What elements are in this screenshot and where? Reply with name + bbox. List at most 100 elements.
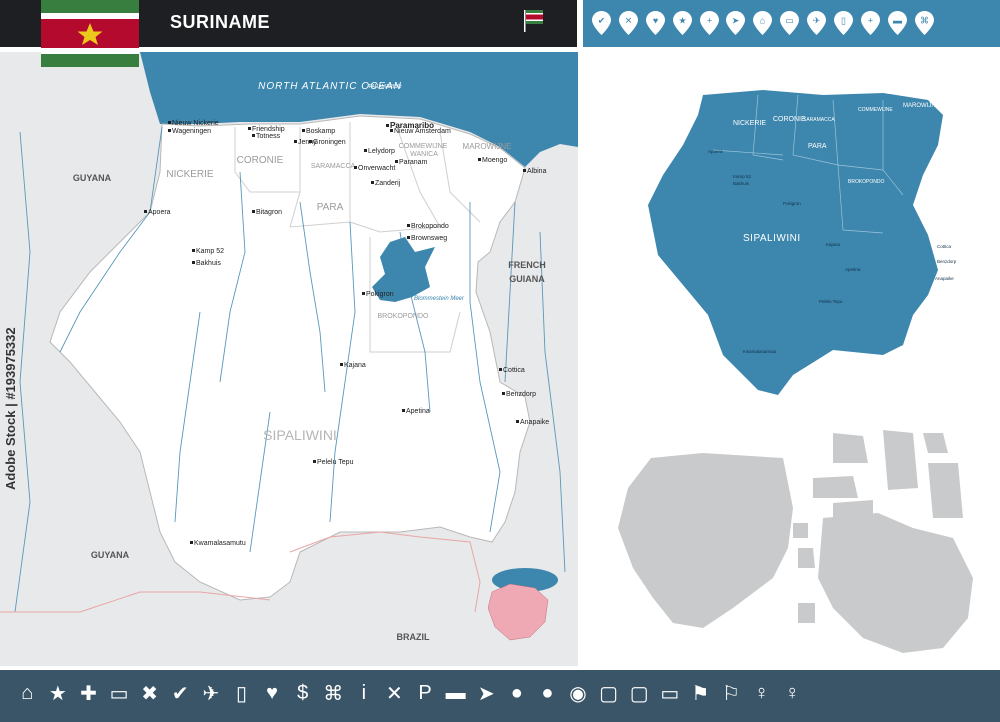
city-marker	[516, 420, 519, 423]
pin-icon[interactable]: ♀	[746, 679, 777, 707]
command-icon[interactable]: ⌘	[914, 11, 934, 35]
flag-icon[interactable]: ⚐	[716, 679, 747, 707]
check-icon[interactable]: ✔	[165, 679, 196, 707]
mini-district-marowijne: MAROWIJNE	[903, 103, 940, 109]
city-label: Pokigron	[366, 291, 394, 298]
home-icon[interactable]: ⌂	[753, 11, 773, 35]
city-marker	[371, 181, 374, 184]
city-label: Cottica	[503, 367, 525, 374]
map-pin-icon[interactable]: ●	[502, 679, 533, 707]
city-marker	[362, 292, 365, 295]
fuel-icon[interactable]: ▯	[226, 679, 257, 707]
neighbor-label-guyana-south: GUYANA	[91, 550, 130, 560]
city-marker	[499, 368, 502, 371]
info-icon[interactable]: i	[349, 679, 380, 707]
car-icon[interactable]: ▭	[104, 679, 135, 707]
mini-city-label: Kajana	[826, 242, 841, 247]
city-label: Kamp 52	[196, 248, 224, 255]
city-label: Totness	[256, 133, 281, 140]
city-label: Nieuw Amsterdam	[394, 128, 451, 135]
svg-text:➤: ➤	[732, 16, 740, 26]
speech-bubble-icon[interactable]: ▭	[654, 679, 685, 707]
navigation-icon[interactable]: ➤	[726, 11, 746, 35]
city-marker	[395, 160, 398, 163]
navigation-icon[interactable]: ➤	[471, 679, 502, 707]
mini-city-label: Apetina	[845, 267, 861, 272]
city-label: Lelydorp	[368, 148, 395, 155]
city-label: Apoera	[148, 209, 171, 216]
city-marker	[248, 127, 251, 130]
airplane-icon[interactable]: ✈	[196, 679, 227, 707]
plus-icon[interactable]: ✚	[73, 679, 104, 707]
mini-city-label: Pelelu Tepu	[819, 299, 843, 304]
home-icon[interactable]: ⌂	[12, 679, 43, 707]
city-label: Zanderij	[375, 180, 401, 187]
star-icon[interactable]: ★	[672, 11, 692, 35]
airplane-icon[interactable]: ✈	[807, 11, 827, 35]
city-marker	[313, 460, 316, 463]
city-marker	[354, 166, 357, 169]
district-label-para: PARA	[317, 202, 344, 213]
map-pin-icon[interactable]: ●	[532, 679, 563, 707]
star-icon[interactable]: ★	[43, 679, 74, 707]
mini-map[interactable]: NICKERIE CORONIE PARA SARAMACCA COMMEWIJ…	[583, 55, 1000, 410]
speech-bubble-icon[interactable]: ▢	[593, 679, 624, 707]
city-marker	[523, 169, 526, 172]
mini-district-commewijne: COMMEWIJNE	[858, 107, 893, 113]
close-icon[interactable]: ✖	[134, 679, 165, 707]
svg-text:+: +	[706, 16, 711, 26]
car-icon[interactable]: ▭	[780, 11, 800, 35]
city-marker	[192, 249, 195, 252]
district-label-nickerie: NICKERIE	[166, 169, 214, 180]
bed-icon[interactable]: ▬	[887, 11, 907, 35]
heart-icon[interactable]: ♥	[645, 11, 665, 35]
neighbor-label-guyana: GUYANA	[73, 173, 112, 183]
city-label: Brownsweg	[411, 235, 447, 242]
mini-district-para: PARA	[808, 143, 827, 150]
svg-text:⌘: ⌘	[920, 16, 929, 26]
toolbar-icon-row: ⌂ ★ ✚ ▭ ✖ ✔ ✈ ▯ ♥ $ ⌘ i ✕ P ▬ ➤ ● ● ◉ ▢ ▢ ▭ ⚑ ⚐ ♀ ♀	[12, 679, 807, 707]
svg-text:✔: ✔	[598, 16, 606, 26]
flag-icon[interactable]: ⚑	[685, 679, 716, 707]
city-marker	[502, 392, 505, 395]
svg-text:+: +	[868, 16, 873, 26]
heart-icon[interactable]: ♥	[257, 679, 288, 707]
map-pin-icon[interactable]: ◉	[563, 679, 594, 707]
city-marker	[402, 409, 405, 412]
pin-icon[interactable]: ♀	[777, 679, 808, 707]
speech-bubble-icon[interactable]: ▢	[624, 679, 655, 707]
city-label: Benzdorp	[506, 391, 536, 398]
plus-icon[interactable]: +	[860, 11, 880, 35]
city-label: Groningen	[313, 139, 346, 146]
city-label: Boskamp	[306, 128, 335, 135]
bed-icon[interactable]: ▬	[440, 679, 471, 707]
city-marker	[302, 129, 305, 132]
mini-district-saramacca: SARAMACCA	[803, 117, 835, 123]
close-icon[interactable]: ✕	[618, 11, 638, 35]
command-icon[interactable]: ⌘	[318, 679, 349, 707]
fuel-icon[interactable]: ▯	[834, 11, 854, 35]
city-label: Nieuw Nickerie	[172, 120, 219, 127]
city-label: Paranam	[399, 159, 428, 166]
mini-sipaliwini-label: SIPALIWINI	[743, 233, 801, 244]
district-label-coronie: CORONIE	[237, 155, 284, 166]
plus-icon[interactable]: +	[699, 11, 719, 35]
mini-city-label: Kamp 52	[733, 174, 752, 179]
check-icon[interactable]: ✔	[592, 11, 611, 35]
mini-city-label: Kwamalasamutu	[743, 349, 777, 354]
city-marker	[364, 149, 367, 152]
svg-text:⌂: ⌂	[760, 16, 765, 26]
svg-text:▬: ▬	[893, 16, 902, 26]
gray-district-map	[618, 430, 973, 653]
dollar-icon[interactable]: $	[287, 679, 318, 707]
main-map[interactable]: NORTH ATLANTIC OCEAN GUYANA GUYANA FRENC…	[0, 52, 578, 666]
city-marker	[478, 158, 481, 161]
parking-icon[interactable]: P	[410, 679, 441, 707]
svg-text:✕: ✕	[625, 16, 633, 26]
mini-city-label: Apoera	[708, 149, 723, 154]
restaurant-icon[interactable]: ✕	[379, 679, 410, 707]
city-label: Pelelu Tepu	[317, 459, 354, 466]
mini-city-label: Bakhuis	[733, 181, 750, 186]
city-marker	[190, 541, 193, 544]
svg-text:▭: ▭	[785, 16, 794, 26]
